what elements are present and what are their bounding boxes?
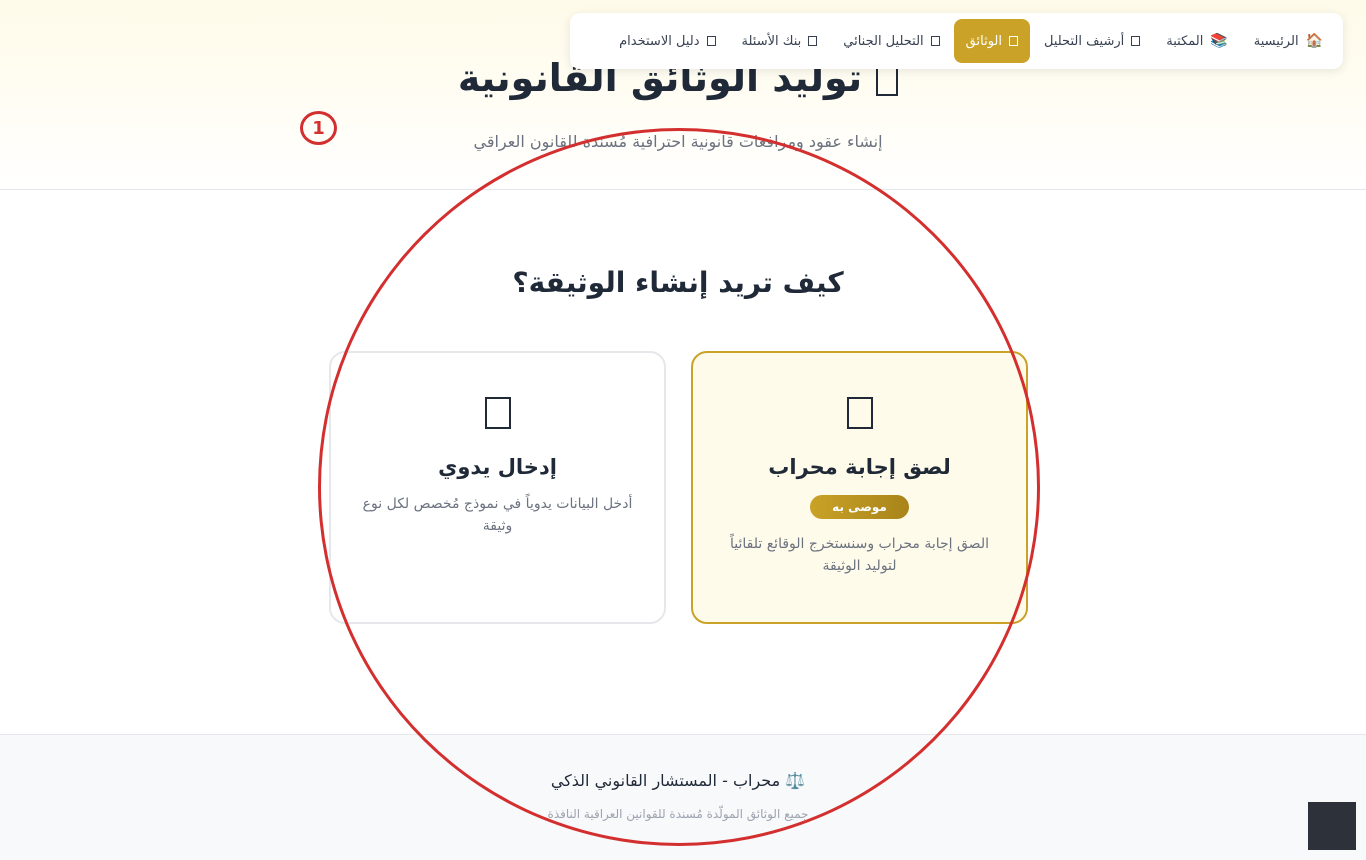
- nav-item-home[interactable]: 🏠 الرئيسية: [1242, 19, 1335, 63]
- clipboard-icon: [846, 397, 873, 429]
- paste-answer-card[interactable]: لصق إجابة محراب موصى به الصق إجابة محراب…: [691, 351, 1028, 624]
- box-icon: [930, 36, 940, 46]
- manual-entry-card[interactable]: إدخال يدوي أدخل البيانات يدوياً في نموذج…: [329, 351, 666, 624]
- nav-item-analysis-archive[interactable]: أرشيف التحليل: [1032, 19, 1152, 63]
- top-navbar: 🏠 الرئيسية 📚 المكتبة أرشيف التحليل الوثا…: [570, 13, 1343, 69]
- nav-item-user-guide[interactable]: دليل الاستخدام: [607, 19, 727, 63]
- nav-item-question-bank[interactable]: بنك الأسئلة: [730, 19, 830, 63]
- card-title: إدخال يدوي: [438, 455, 557, 479]
- recommended-badge: موصى به: [810, 495, 909, 519]
- nav-item-documents[interactable]: الوثائق: [953, 19, 1030, 63]
- nav-item-criminal-analysis[interactable]: التحليل الجنائي: [831, 19, 951, 63]
- box-icon: [706, 36, 716, 46]
- box-icon: [1131, 36, 1141, 46]
- box-icon: [1008, 36, 1018, 46]
- card-title: لصق إجابة محراب: [768, 455, 951, 479]
- footer-brand: ⚖️ محراب - المستشار القانوني الذكي: [550, 771, 806, 790]
- annotation-marker: 1: [300, 111, 337, 145]
- edit-icon: [484, 397, 511, 429]
- card-description: الصق إجابة محراب وسنستخرج الوقائع تلقائي…: [730, 536, 989, 574]
- home-icon: 🏠: [1305, 33, 1323, 49]
- card-description: أدخل البيانات يدوياً في نموذج مُخصص لكل …: [362, 496, 633, 534]
- page-footer: ⚖️ محراب - المستشار القانوني الذكي جميع …: [0, 734, 1366, 860]
- footer-note: جميع الوثائق المولّدة مُسندة للقوانين ال…: [547, 807, 809, 821]
- floating-action-button[interactable]: [1308, 802, 1356, 850]
- page-subtitle: إنشاء عقود ومرافعات قانونية احترافية مُس…: [473, 132, 883, 151]
- box-icon: [808, 36, 818, 46]
- nav-item-library[interactable]: 📚 المكتبة: [1154, 19, 1240, 63]
- section-question: كيف تريد إنشاء الوثيقة؟: [512, 266, 844, 299]
- document-icon: [876, 65, 899, 96]
- books-icon: 📚: [1210, 33, 1228, 49]
